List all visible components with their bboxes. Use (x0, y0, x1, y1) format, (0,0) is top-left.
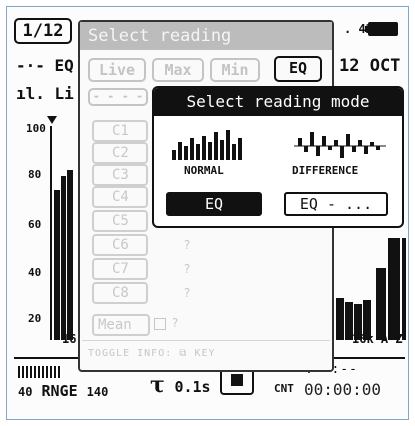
eq-mode-button[interactable]: EQ (166, 192, 262, 216)
spectrum-bar (402, 238, 406, 340)
normal-label: NORMAL (184, 164, 224, 177)
table-icon (154, 318, 166, 330)
channel-button[interactable]: C7 (92, 258, 148, 280)
range-high: 140 (86, 385, 109, 399)
difference-mode-icon[interactable] (294, 128, 390, 162)
normal-mode-icon[interactable] (172, 128, 256, 162)
channel-value: ? (184, 238, 191, 252)
channel-button[interactable]: C4 (92, 186, 148, 208)
tau-symbol: τ (150, 372, 165, 398)
stop-icon (231, 374, 243, 386)
dialog-divider (82, 340, 330, 341)
channel-button[interactable]: C8 (92, 282, 148, 304)
spectrum-bar (336, 298, 344, 340)
range-meter-icon (18, 366, 62, 378)
y-axis (50, 126, 52, 340)
toggle-info-label: TOGGLE INFO: (88, 348, 173, 359)
channel-value: ? (184, 286, 191, 300)
channel-button[interactable]: C5 (92, 210, 148, 232)
y-tick: 100 (26, 122, 46, 135)
y-tick: 80 (28, 168, 42, 181)
y-tick: 40 (28, 266, 42, 279)
channel-button[interactable]: C6 (92, 234, 148, 256)
channel-button[interactable]: C3 (92, 164, 148, 186)
range-row[interactable]: 40 RNGE 140 (18, 382, 108, 400)
date-label: 12 OCT (339, 56, 401, 76)
toggle-info-key: KEY (194, 348, 216, 359)
difference-label: DIFFERENCE (292, 164, 359, 177)
y-tick: 20 (28, 312, 42, 325)
level-row: ıl. Li (16, 84, 74, 103)
bars-icon: ıl. (16, 84, 45, 103)
spectrum-bar (61, 176, 66, 340)
x-tick-left: 16 (62, 332, 77, 346)
select-reading-mode-dialog: Select reading mode NORMAL DIFFERENCE EQ… (152, 86, 404, 228)
live-button[interactable]: Live (88, 58, 146, 82)
spectrum-bar (376, 268, 386, 340)
battery-icon (365, 22, 398, 36)
channel-button[interactable]: C1 (92, 120, 148, 142)
y-tick: 60 (28, 218, 42, 231)
page-indicator[interactable]: 1/12 (14, 18, 72, 44)
eq-label: EQ (54, 56, 74, 75)
spectrum-bar (54, 190, 60, 340)
range-low: 40 (18, 385, 33, 399)
time-constant[interactable]: τ 0.1s (150, 372, 211, 398)
eq-button[interactable]: EQ (274, 56, 322, 82)
dash-field[interactable]: - - - - (88, 88, 148, 106)
eq-row: -·- EQ (16, 56, 74, 75)
mean-button[interactable]: Mean (92, 314, 150, 336)
toggle-info: TOGGLE INFO: ⧉ KEY (88, 348, 216, 359)
max-button[interactable]: Max (152, 58, 204, 82)
min-button[interactable]: Min (210, 58, 260, 82)
channel-button[interactable]: C2 (92, 142, 148, 164)
cursor-marker-icon[interactable] (47, 116, 57, 124)
eq-minus-mode-button[interactable]: EQ - ... (284, 192, 388, 216)
range-label: RNGE (41, 382, 78, 400)
channel-value: ? (184, 262, 191, 276)
key-icon: ⧉ (179, 348, 188, 359)
tau-value: 0.1s (174, 378, 211, 396)
cnt-time: 00:00:00 (304, 380, 382, 399)
spectrum-bar (67, 170, 73, 340)
x-tick-right: 16k A Z (352, 332, 403, 346)
level-label: Li (54, 84, 74, 103)
spectrum-bar (388, 238, 400, 340)
cnt-label: CNT (274, 382, 294, 395)
dialog-title: Select reading (80, 22, 332, 50)
mean-value: ? (172, 316, 179, 330)
mode-dialog-title: Select reading mode (154, 88, 402, 116)
dash-icon: -·- (16, 56, 45, 75)
